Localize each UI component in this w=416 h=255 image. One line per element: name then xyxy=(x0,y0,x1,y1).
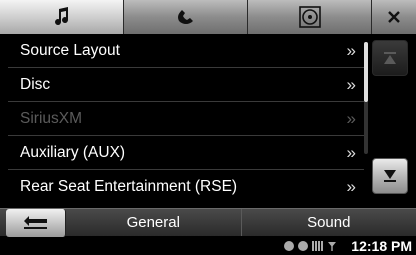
bottom-bar: General Sound xyxy=(0,208,416,237)
tab-general[interactable]: General xyxy=(66,209,241,236)
scroll-down-icon xyxy=(384,170,396,182)
tab-close[interactable] xyxy=(372,0,416,34)
list-item-siriusxm: SiriusXM » xyxy=(8,102,364,136)
battery-icon xyxy=(312,240,324,251)
scroll-thumb[interactable] xyxy=(364,42,368,102)
tab-phone[interactable] xyxy=(124,0,248,34)
chevron-right-icon: » xyxy=(346,142,357,162)
disc-icon xyxy=(298,6,321,28)
list-item-rse[interactable]: Rear Seat Entertainment (RSE) » xyxy=(8,170,364,204)
scroll-down-button[interactable] xyxy=(372,158,408,194)
back-arrow-icon xyxy=(23,216,47,229)
status-icon-1 xyxy=(284,240,295,251)
list-item-label: Disc xyxy=(20,75,51,93)
tab-disc[interactable] xyxy=(248,0,372,34)
list-item-label: Source Layout xyxy=(20,41,120,59)
source-tab-bar xyxy=(0,0,416,34)
status-bar: 12:18 PM xyxy=(0,236,416,255)
list-item-source-layout[interactable]: Source Layout » xyxy=(8,34,364,68)
list-item-disc[interactable]: Disc » xyxy=(8,68,364,102)
status-icon-2 xyxy=(298,240,309,251)
phone-icon xyxy=(177,10,193,24)
tab-audio[interactable] xyxy=(0,0,124,34)
scroll-up-button[interactable] xyxy=(372,40,408,76)
scrollbar[interactable] xyxy=(364,40,408,202)
chevron-right-icon: » xyxy=(346,108,357,128)
list-item-label: Rear Seat Entertainment (RSE) xyxy=(20,178,238,195)
chevron-right-icon: » xyxy=(346,74,357,94)
tab-sound[interactable]: Sound xyxy=(240,209,416,236)
settings-list: Source Layout » Disc » SiriusXM » Auxili… xyxy=(8,34,364,204)
chevron-right-icon: » xyxy=(346,177,357,196)
close-icon xyxy=(388,11,400,23)
back-button[interactable] xyxy=(6,209,66,237)
list-item-label: SiriusXM xyxy=(20,109,83,127)
list-item-auxiliary[interactable]: Auxiliary (AUX) » xyxy=(8,136,364,170)
list-item-label: Auxiliary (AUX) xyxy=(20,143,126,161)
clock: 12:18 PM xyxy=(351,237,412,254)
music-note-icon xyxy=(54,7,68,26)
signal-icon xyxy=(328,241,337,251)
scroll-up-icon xyxy=(384,52,396,64)
chevron-right-icon: » xyxy=(346,40,357,60)
status-icons xyxy=(284,240,337,251)
